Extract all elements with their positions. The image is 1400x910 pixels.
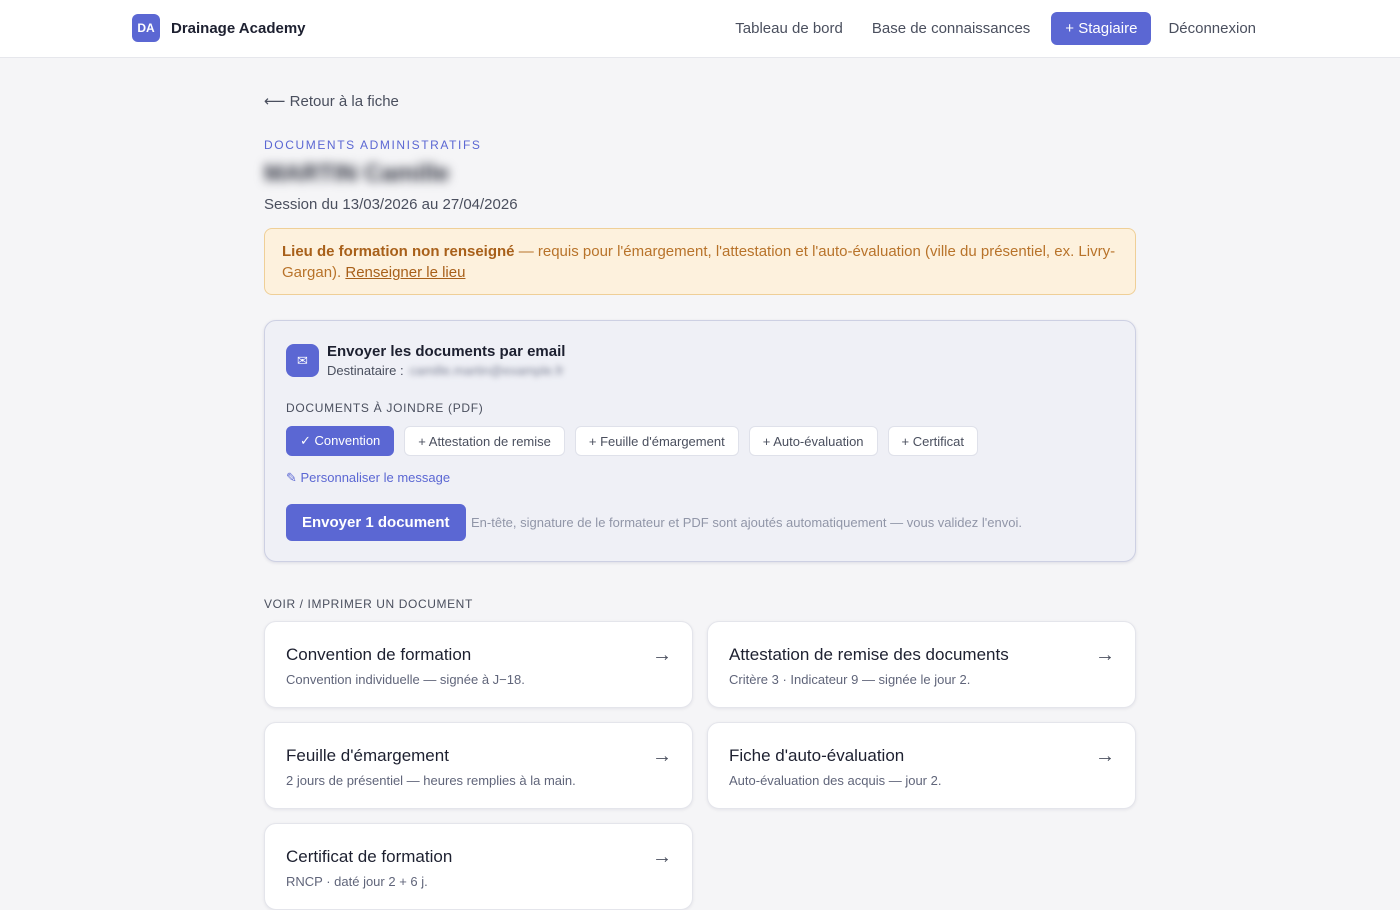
alert-title: Lieu de formation non renseigné xyxy=(282,243,515,260)
documents-section-label: VOIR / IMPRIMER UN DOCUMENT xyxy=(264,597,473,611)
recipient-label: Destinataire : xyxy=(327,363,404,378)
chip-convention[interactable]: ✓ Convention xyxy=(286,426,395,456)
attachments-label: DOCUMENTS À JOINDRE (PDF) xyxy=(286,401,484,415)
chip-certificate[interactable]: + Certificat xyxy=(887,426,979,456)
doc-subtitle: Auto-évaluation des acquis — jour 2. xyxy=(729,773,942,788)
doc-subtitle: Convention individuelle — signée à J−18. xyxy=(286,672,525,687)
chip-attendance-sheet[interactable]: + Feuille d'émargement xyxy=(574,426,739,456)
session-dates: Session du 13/03/2026 au 27/04/2026 xyxy=(264,196,518,213)
doc-title: Certificat de formation xyxy=(286,847,453,866)
doc-title: Convention de formation xyxy=(286,645,472,664)
attachment-chips: ✓ Convention + Attestation de remise + F… xyxy=(286,426,988,456)
doc-subtitle: 2 jours de présentiel — heures remplies … xyxy=(286,773,576,788)
doc-card-attestation[interactable]: Attestation de remise des documents Crit… xyxy=(707,621,1136,708)
brand[interactable]: DA Drainage Academy xyxy=(132,14,306,42)
brand-name: Drainage Academy xyxy=(171,19,306,37)
chip-attestation[interactable]: + Attestation de remise xyxy=(404,426,565,456)
logout-link[interactable]: Déconnexion xyxy=(1168,20,1256,37)
doc-card-attendance-sheet[interactable]: Feuille d'émargement 2 jours de présenti… xyxy=(264,722,693,809)
missing-location-alert: Lieu de formation non renseigné — requis… xyxy=(264,228,1136,295)
doc-title: Feuille d'émargement xyxy=(286,746,449,765)
arrow-right-icon: → xyxy=(652,846,672,868)
send-note: En-tête, signature de le formateur et PD… xyxy=(471,515,1022,530)
add-trainee-button[interactable]: + Stagiaire xyxy=(1051,12,1152,45)
email-card-title: Envoyer les documents par email xyxy=(327,343,566,360)
nav-knowledge-base-link[interactable]: Base de connaissances xyxy=(872,20,1030,37)
doc-title: Fiche d'auto-évaluation xyxy=(729,746,905,765)
doc-subtitle: RNCP · daté jour 2 + 6 j. xyxy=(286,874,428,889)
doc-subtitle: Critère 3 · Indicateur 9 — signée le jou… xyxy=(729,672,971,687)
recipient-email: camille.martin@example.fr xyxy=(409,363,564,378)
doc-card-certificate[interactable]: Certificat de formation RNCP · daté jour… xyxy=(264,823,693,910)
arrow-right-icon: → xyxy=(1095,745,1115,767)
chip-self-assessment[interactable]: + Auto-évaluation xyxy=(748,426,878,456)
arrow-right-icon: → xyxy=(652,745,672,767)
brand-logo: DA xyxy=(132,14,160,42)
doc-card-self-assessment[interactable]: Fiche d'auto-évaluation Auto-évaluation … xyxy=(707,722,1136,809)
set-location-link[interactable]: Renseigner le lieu xyxy=(345,264,465,281)
back-to-record-link[interactable]: ⟵ Retour à la fiche xyxy=(264,92,399,110)
email-documents-card: ✉ Envoyer les documents par email Destin… xyxy=(264,320,1136,562)
arrow-right-icon: → xyxy=(652,644,672,666)
doc-title: Attestation de remise des documents xyxy=(729,645,1009,664)
top-nav-bar: DA Drainage Academy Tableau de bord Base… xyxy=(0,0,1400,58)
trainee-name: MARTIN Camille xyxy=(264,160,450,187)
customize-message-link[interactable]: ✎ Personnaliser le message xyxy=(286,470,450,486)
doc-card-convention[interactable]: Convention de formation Convention indiv… xyxy=(264,621,693,708)
section-eyebrow: DOCUMENTS ADMINISTRATIFS xyxy=(264,138,482,152)
mail-icon: ✉ xyxy=(286,344,319,377)
send-documents-button[interactable]: Envoyer 1 document xyxy=(286,504,466,541)
arrow-right-icon: → xyxy=(1095,644,1115,666)
recipient: Destinataire : camille.martin@example.fr xyxy=(327,363,564,378)
main-nav: Tableau de bord Base de connaissances + … xyxy=(706,12,1256,45)
nav-dashboard-link[interactable]: Tableau de bord xyxy=(735,20,843,37)
